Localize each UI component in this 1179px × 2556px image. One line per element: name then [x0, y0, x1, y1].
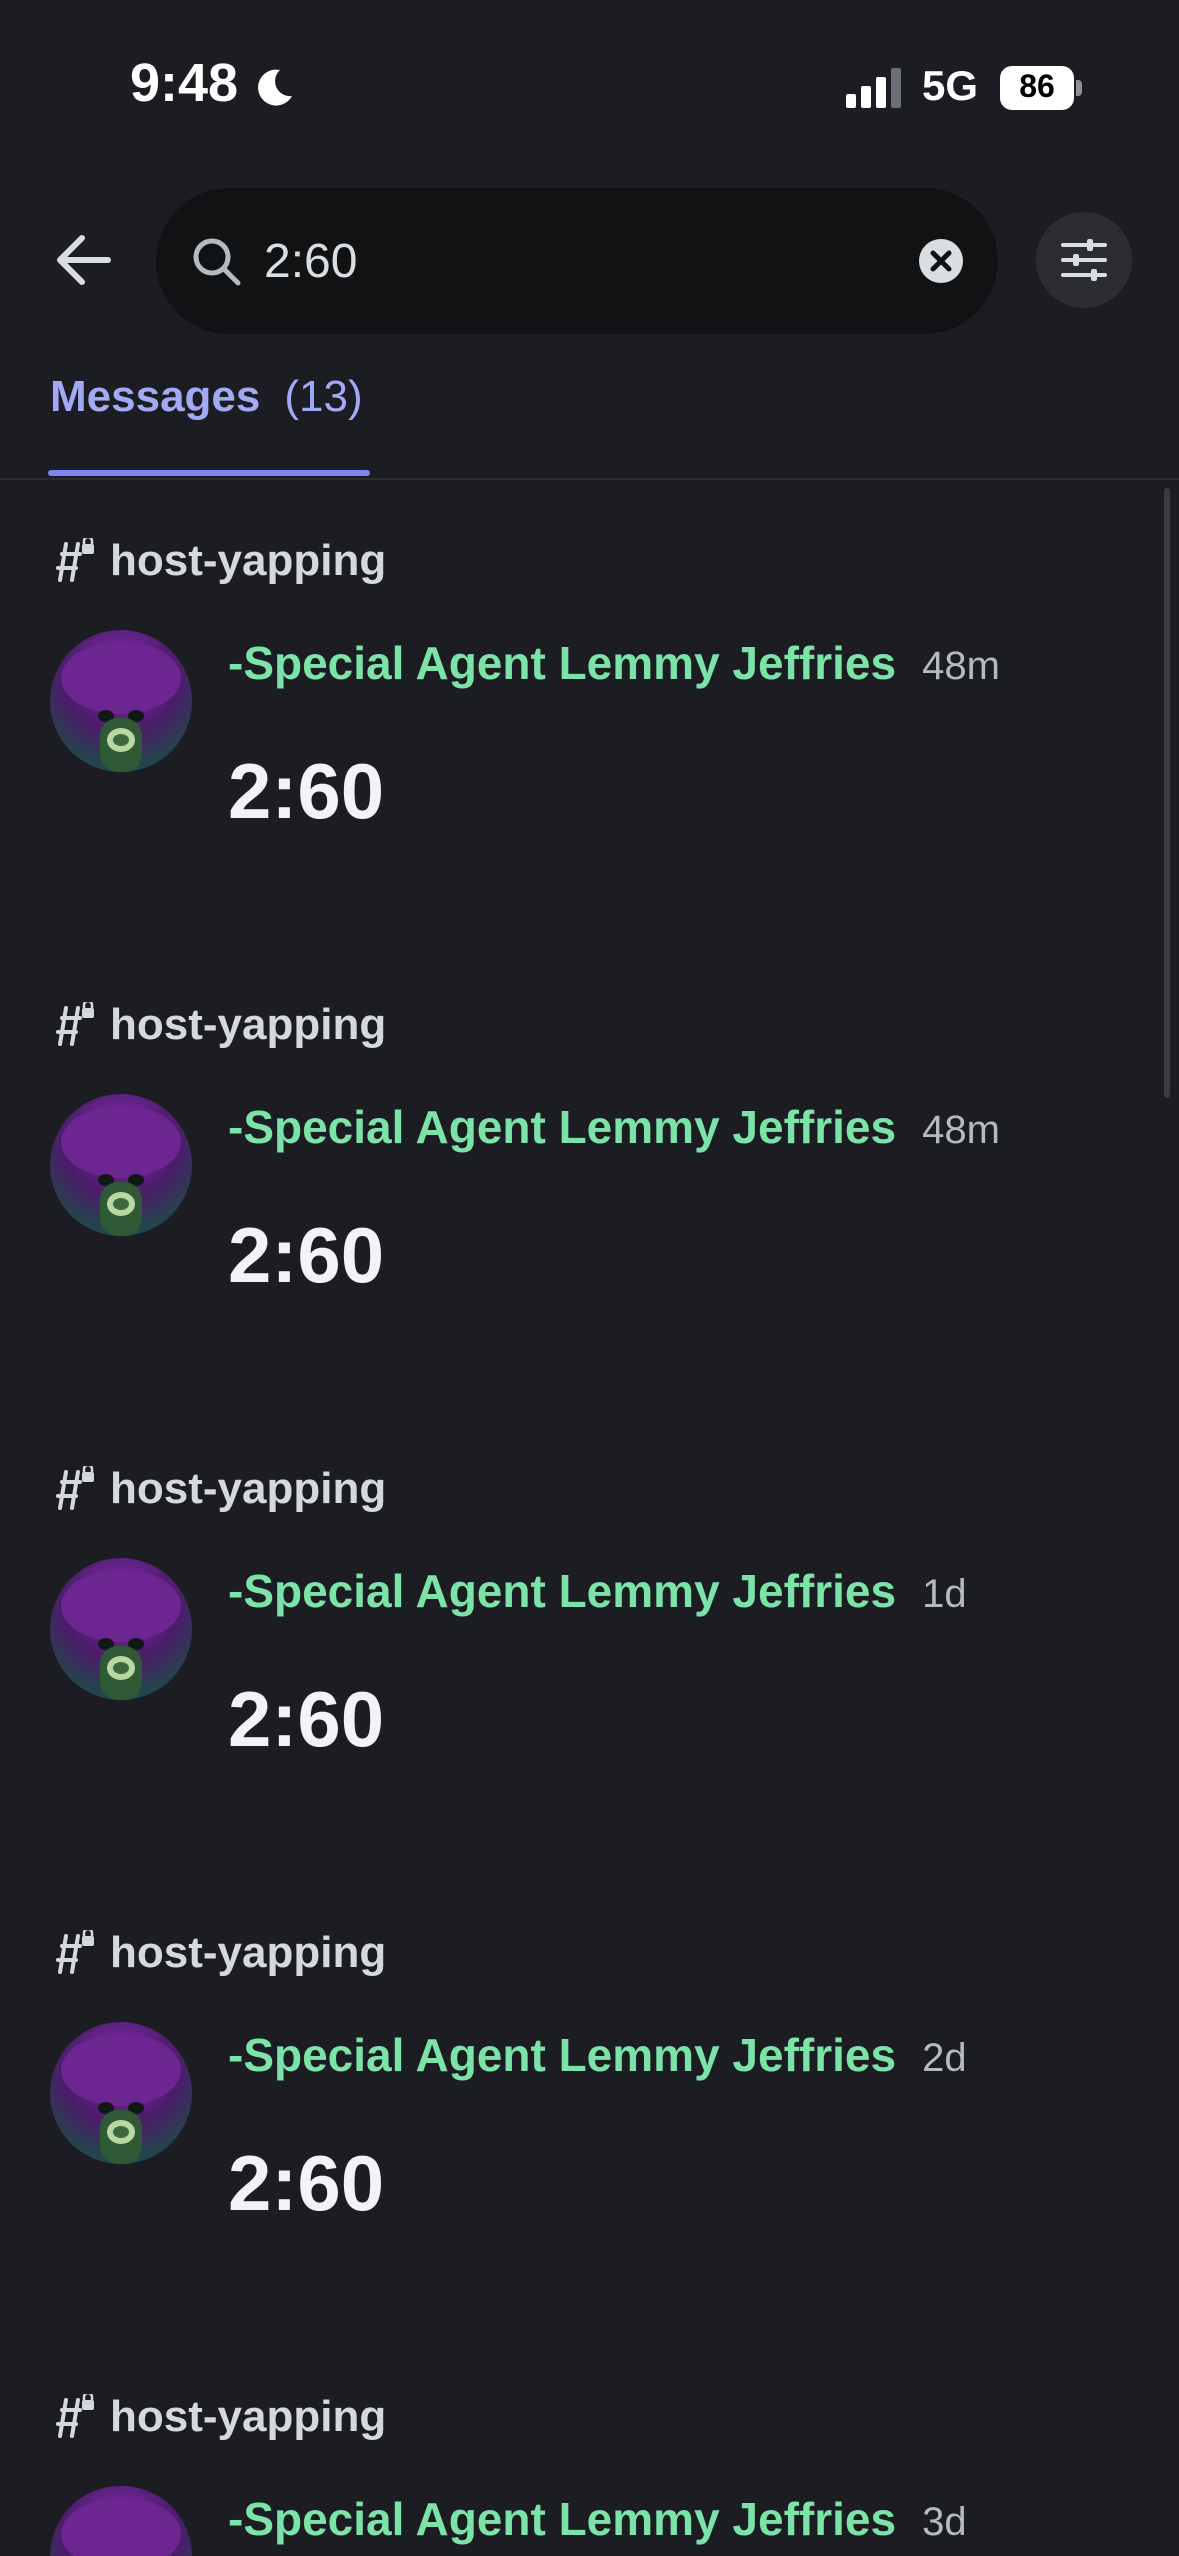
- network-type: 5G: [922, 62, 979, 109]
- author-name[interactable]: -Special Agent Lemmy Jeffries: [228, 1100, 896, 1154]
- avatar[interactable]: [50, 2486, 192, 2556]
- search-result-item[interactable]: host-yapping -Special Agent Lemmy Jeffri…: [0, 2356, 1179, 2556]
- author-name[interactable]: -Special Agent Lemmy Jeffries: [228, 2492, 896, 2546]
- back-button[interactable]: [44, 220, 124, 300]
- avatar[interactable]: [50, 630, 192, 772]
- message-content: 2:60: [228, 1211, 385, 1299]
- filter-button[interactable]: [1036, 212, 1132, 308]
- search-result-item[interactable]: host-yapping -Special Agent Lemmy Jeffri…: [0, 1428, 1179, 1892]
- message-content: 2:60: [228, 747, 385, 835]
- clear-circle-icon[interactable]: [914, 234, 968, 288]
- channel-name: host-yapping: [110, 536, 387, 585]
- message-content: 2:60: [228, 1675, 385, 1763]
- cellular-signal-icon: [846, 68, 901, 108]
- author-name[interactable]: -Special Agent Lemmy Jeffries: [228, 2028, 896, 2082]
- locked-channel-icon: [56, 2394, 94, 2438]
- battery-icon: 86: [1000, 66, 1082, 110]
- sliders-icon: [1061, 239, 1107, 281]
- locked-channel-icon: [56, 1930, 94, 1974]
- search-input[interactable]: [264, 228, 824, 294]
- search-icon: [193, 238, 241, 286]
- message-content: 2:60: [228, 2139, 385, 2227]
- search-result-item[interactable]: host-yapping -Special Agent Lemmy Jeffri…: [0, 1892, 1179, 2356]
- message-timestamp: 48m: [922, 1108, 1000, 1152]
- locked-channel-icon: [56, 1002, 94, 1046]
- moon-icon: [258, 69, 292, 106]
- channel-name: host-yapping: [110, 2392, 387, 2441]
- avatar[interactable]: [50, 1094, 192, 1236]
- result-channel[interactable]: host-yapping: [50, 1000, 386, 1050]
- message-timestamp: 2d: [922, 2036, 967, 2080]
- result-channel[interactable]: host-yapping: [50, 1464, 386, 1514]
- search-bar[interactable]: [156, 188, 998, 334]
- message-timestamp: 1d: [922, 1572, 967, 1616]
- search-result-item[interactable]: host-yapping -Special Agent Lemmy Jeffri…: [0, 964, 1179, 1428]
- author-name[interactable]: -Special Agent Lemmy Jeffries: [228, 1564, 896, 1618]
- divider: [0, 478, 1179, 480]
- result-channel[interactable]: host-yapping: [50, 536, 386, 586]
- locked-channel-icon: [56, 538, 94, 582]
- message-timestamp: 3d: [922, 2500, 967, 2544]
- author-name[interactable]: -Special Agent Lemmy Jeffries: [228, 636, 896, 690]
- tab-messages-label: Messages: [50, 372, 261, 421]
- search-result-item[interactable]: host-yapping -Special Agent Lemmy Jeffri…: [0, 500, 1179, 964]
- result-channel[interactable]: host-yapping: [50, 1928, 386, 1978]
- channel-name: host-yapping: [110, 1000, 387, 1049]
- message-timestamp: 48m: [922, 644, 1000, 688]
- avatar[interactable]: [50, 2022, 192, 2164]
- status-time: 9:48: [130, 53, 239, 113]
- result-channel[interactable]: host-yapping: [50, 2392, 386, 2442]
- tab-active-indicator: [48, 470, 370, 476]
- arrow-left-icon: [57, 235, 111, 285]
- tab-messages[interactable]: Messages (13): [50, 372, 363, 422]
- locked-channel-icon: [56, 1466, 94, 1510]
- channel-name: host-yapping: [110, 1928, 387, 1977]
- status-bar: 9:48 5G 86: [0, 0, 1179, 170]
- channel-name: host-yapping: [110, 1464, 387, 1513]
- avatar[interactable]: [50, 1558, 192, 1700]
- tab-messages-count: (13): [284, 372, 363, 421]
- battery-level: 86: [1019, 68, 1055, 104]
